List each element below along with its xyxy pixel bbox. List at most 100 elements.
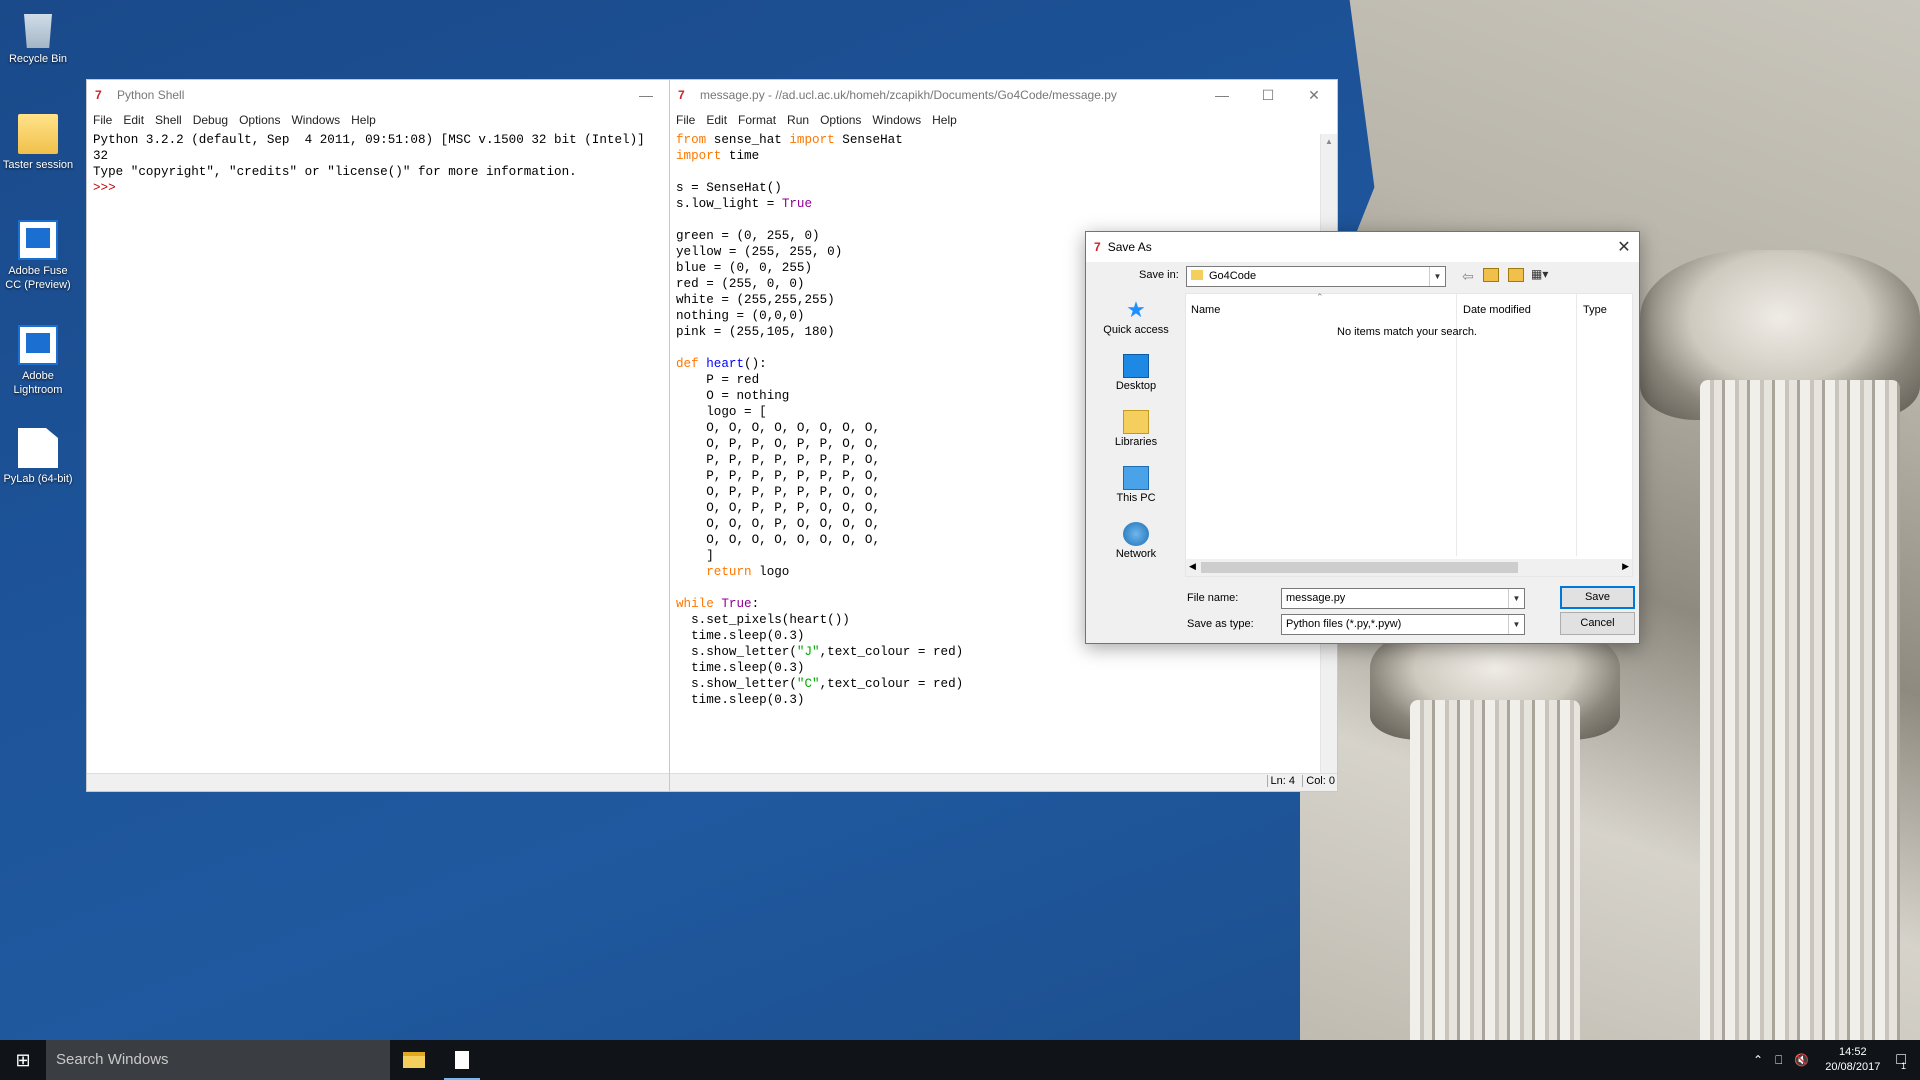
view-menu-icon[interactable]: ▦▾ bbox=[1531, 267, 1557, 283]
computer-icon bbox=[1123, 466, 1149, 490]
save-in-dropdown[interactable]: Go4Code ▼ bbox=[1186, 266, 1446, 287]
desktop-icon-recycle-bin[interactable]: Recycle Bin bbox=[0, 8, 76, 66]
chevron-down-icon: ▼ bbox=[1508, 615, 1524, 634]
maximize-button[interactable]: ☐ bbox=[1245, 80, 1291, 110]
place-libraries[interactable]: Libraries bbox=[1094, 410, 1178, 462]
app-shortcut-icon bbox=[18, 220, 58, 260]
taskbar-document-app[interactable] bbox=[438, 1040, 486, 1080]
taskbar: ⊞ Search Windows ⌃ ⎕ 🔇 14:52 20/08/2017 … bbox=[0, 1040, 1920, 1080]
save-button[interactable]: Save bbox=[1560, 586, 1635, 609]
scrollbar-thumb[interactable] bbox=[1201, 562, 1518, 573]
menu-format[interactable]: Format bbox=[738, 113, 776, 127]
place-quick-access[interactable]: ★ Quick access bbox=[1094, 298, 1178, 350]
file-name-label: File name: bbox=[1187, 592, 1239, 604]
save-type-dropdown[interactable]: Python files (*.py,*.pyw) ▼ bbox=[1281, 614, 1525, 635]
menu-run[interactable]: Run bbox=[787, 113, 809, 127]
cancel-button[interactable]: Cancel bbox=[1560, 612, 1635, 635]
network-icon[interactable]: ⎕ bbox=[1775, 1053, 1782, 1068]
menu-windows[interactable]: Windows bbox=[872, 113, 921, 127]
desktop-icon-taster-session[interactable]: Taster session bbox=[0, 114, 76, 172]
menu-help[interactable]: Help bbox=[351, 113, 376, 127]
place-label: Desktop bbox=[1115, 380, 1157, 392]
sort-arrow-icon: ⌃ bbox=[1316, 292, 1324, 302]
chevron-up-icon[interactable]: ⌃ bbox=[1753, 1053, 1763, 1067]
code-line: time.sleep(0.3) bbox=[676, 693, 805, 707]
shell-output[interactable]: Python 3.2.2 (default, Sep 4 2011, 09:51… bbox=[87, 130, 669, 196]
place-this-pc[interactable]: This PC bbox=[1094, 466, 1178, 518]
back-icon[interactable]: ⇦ bbox=[1462, 268, 1474, 285]
save-type-value: Python files (*.py,*.pyw) bbox=[1286, 618, 1402, 630]
windows-start-icon[interactable]: ⊞ bbox=[0, 1040, 46, 1080]
document-icon bbox=[18, 428, 58, 468]
places-sidebar: ★ Quick access Desktop Libraries This PC… bbox=[1094, 294, 1178, 574]
taskbar-file-explorer[interactable] bbox=[390, 1040, 438, 1080]
status-line: Ln: 4 bbox=[1266, 775, 1295, 787]
menu-debug[interactable]: Debug bbox=[193, 113, 228, 127]
desktop-icon-label: Adobe Lightroom bbox=[13, 370, 63, 396]
idle-logo-icon: 7 bbox=[678, 88, 685, 102]
place-label: Network bbox=[1115, 548, 1157, 560]
empty-message: No items match your search. bbox=[1337, 326, 1477, 338]
shell-line: Type "copyright", "credits" or "license(… bbox=[93, 165, 577, 179]
close-icon[interactable]: ✕ bbox=[1609, 237, 1639, 257]
save-in-label: Save in: bbox=[1139, 269, 1179, 281]
file-list[interactable]: Name ⌃ Date modified Type No items match… bbox=[1185, 292, 1633, 577]
desktop-icon-adobe-fuse[interactable]: Adobe Fuse CC (Preview) bbox=[0, 220, 76, 292]
desktop-icon-adobe-lightroom[interactable]: Adobe Lightroom bbox=[0, 325, 76, 397]
menu-edit[interactable]: Edit bbox=[706, 113, 727, 127]
menu-windows[interactable]: Windows bbox=[291, 113, 340, 127]
window-titlebar[interactable]: 7 Python Shell — bbox=[87, 80, 669, 110]
wallpaper-column bbox=[1700, 380, 1900, 1040]
new-folder-icon[interactable] bbox=[1508, 268, 1524, 282]
scroll-right-icon[interactable]: ▶ bbox=[1622, 561, 1629, 572]
column-header-type[interactable]: Type bbox=[1583, 304, 1607, 316]
up-folder-icon[interactable] bbox=[1483, 268, 1499, 282]
clock[interactable]: 14:52 20/08/2017 bbox=[1825, 1045, 1880, 1075]
file-name-input[interactable]: message.py ▼ bbox=[1281, 588, 1525, 609]
folder-icon bbox=[1191, 270, 1203, 280]
scroll-left-icon[interactable]: ◀ bbox=[1189, 561, 1196, 572]
dialog-titlebar[interactable]: 7 Save As ✕ bbox=[1086, 232, 1639, 262]
star-icon: ★ bbox=[1126, 297, 1146, 322]
column-header-name[interactable]: Name bbox=[1191, 304, 1220, 316]
column-header-date[interactable]: Date modified bbox=[1463, 304, 1531, 316]
place-network[interactable]: Network bbox=[1094, 522, 1178, 574]
code-line: time.sleep(0.3) bbox=[676, 661, 805, 675]
save-as-dialog[interactable]: 7 Save As ✕ Save in: Go4Code ▼ ⇦ ▦▾ ★ Qu… bbox=[1085, 231, 1640, 644]
desktop-icon-label: Taster session bbox=[2, 159, 74, 171]
status-col: Col: 0 bbox=[1302, 775, 1335, 787]
menu-options[interactable]: Options bbox=[239, 113, 280, 127]
code-line: s = SenseHat() bbox=[676, 181, 782, 195]
scroll-up-icon[interactable]: ▲ bbox=[1321, 134, 1337, 150]
horizontal-scrollbar[interactable]: ◀ ▶ bbox=[1186, 559, 1632, 576]
window-titlebar[interactable]: 7 message.py - //ad.ucl.ac.uk/homeh/zcap… bbox=[670, 80, 1337, 110]
code-line: s.show_letter("J",text_colour = red) bbox=[676, 645, 964, 659]
python-shell-window[interactable]: 7 Python Shell — File Edit Shell Debug O… bbox=[86, 79, 670, 792]
menu-edit[interactable]: Edit bbox=[123, 113, 144, 127]
status-bar: Ln: 4 Col: 0 bbox=[670, 773, 1337, 791]
taskbar-search-input[interactable]: Search Windows bbox=[46, 1040, 390, 1080]
desktop-icon-pylab[interactable]: PyLab (64-bit) bbox=[0, 428, 76, 486]
save-type-label: Save as type: bbox=[1187, 618, 1254, 630]
desktop-icon-label: PyLab (64-bit) bbox=[3, 473, 73, 485]
menu-file[interactable]: File bbox=[93, 113, 112, 127]
volume-muted-icon[interactable]: 🔇 bbox=[1794, 1053, 1809, 1067]
system-tray: ⌃ ⎕ 🔇 14:52 20/08/2017 □ 1 bbox=[1747, 1045, 1920, 1075]
window-title: message.py - //ad.ucl.ac.uk/homeh/zcapik… bbox=[700, 88, 1117, 102]
close-button[interactable]: ✕ bbox=[1291, 80, 1337, 110]
menu-shell[interactable]: Shell bbox=[155, 113, 182, 127]
menu-options[interactable]: Options bbox=[820, 113, 861, 127]
wallpaper-column bbox=[1410, 700, 1580, 1040]
file-explorer-icon bbox=[403, 1052, 425, 1068]
save-in-value: Go4Code bbox=[1209, 270, 1257, 282]
chevron-down-icon[interactable]: ▼ bbox=[1508, 589, 1524, 608]
menu-help[interactable]: Help bbox=[932, 113, 957, 127]
app-shortcut-icon bbox=[18, 325, 58, 365]
minimize-button[interactable]: — bbox=[1199, 80, 1245, 110]
minimize-button[interactable]: — bbox=[623, 80, 669, 110]
notifications-icon[interactable]: □ 1 bbox=[1896, 1051, 1906, 1071]
menu-file[interactable]: File bbox=[676, 113, 695, 127]
place-desktop[interactable]: Desktop bbox=[1094, 354, 1178, 406]
shell-prompt: >>> bbox=[93, 181, 116, 195]
